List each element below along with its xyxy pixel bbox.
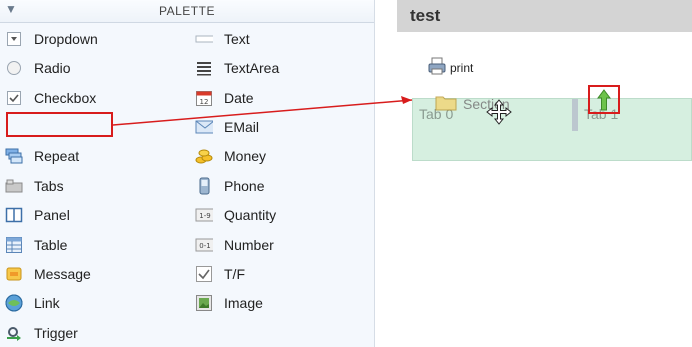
annotation-arrow bbox=[112, 96, 413, 126]
